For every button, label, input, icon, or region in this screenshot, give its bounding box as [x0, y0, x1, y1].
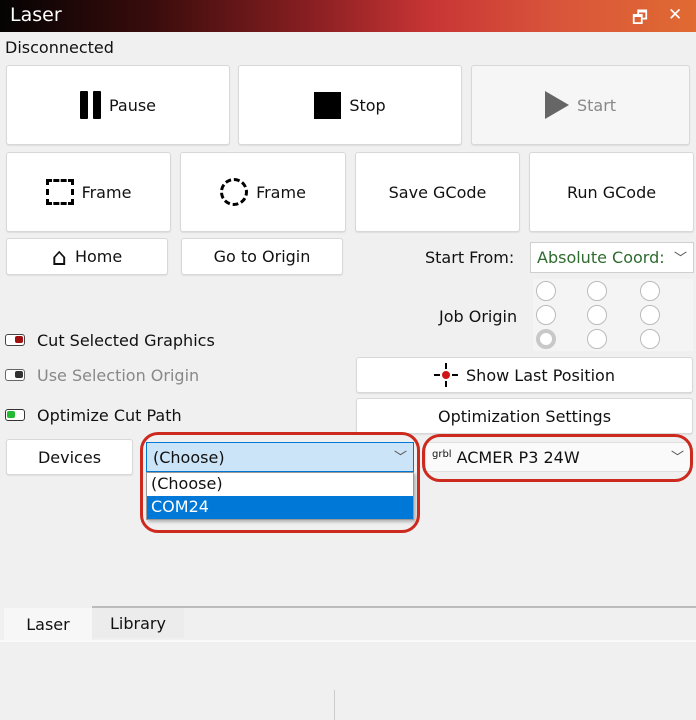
close-icon[interactable]: ✕	[668, 5, 682, 25]
use-selection-origin-toggle[interactable]	[5, 369, 25, 381]
pause-icon	[79, 91, 101, 119]
stop-button[interactable]: Stop	[238, 65, 462, 145]
job-origin-label: Job Origin	[439, 307, 518, 326]
run-gcode-button[interactable]: Run GCode	[529, 152, 694, 232]
origin-top-center[interactable]	[587, 281, 607, 301]
frame-rect-label: Frame	[81, 182, 132, 202]
origin-top-right[interactable]	[640, 281, 660, 301]
tab-content-divider	[0, 640, 696, 642]
use-selection-origin-label: Use Selection Origin	[37, 366, 200, 385]
home-button[interactable]: ⌂ Home	[6, 238, 168, 275]
home-icon: ⌂	[51, 242, 67, 271]
pause-button[interactable]: Pause	[6, 65, 230, 145]
start-from-select[interactable]: Absolute Coord: ﹀	[530, 242, 694, 273]
origin-bottom-center[interactable]	[587, 329, 607, 349]
start-from-value: Absolute Coord:	[537, 248, 665, 267]
play-icon	[544, 91, 569, 119]
restore-icon[interactable]: 🗗	[632, 5, 648, 34]
optimize-cut-path-toggle[interactable]	[5, 409, 25, 421]
annotation-circle-device	[422, 434, 693, 482]
annotation-circle-port	[140, 432, 420, 533]
go-to-origin-button[interactable]: Go to Origin	[181, 238, 343, 275]
optimize-cut-path-label: Optimize Cut Path	[37, 406, 182, 425]
origin-bottom-left[interactable]	[536, 329, 556, 349]
home-label: Home	[74, 247, 123, 266]
frame-circle-label: Frame	[256, 182, 306, 202]
origin-center[interactable]	[587, 305, 607, 325]
show-last-position-label: Show Last Position	[466, 365, 615, 385]
start-label: Start	[576, 95, 617, 115]
start-from-label: Start From:	[425, 248, 515, 267]
window-title: Laser	[10, 4, 62, 26]
panel-splitter[interactable]	[334, 690, 335, 720]
cut-selected-label: Cut Selected Graphics	[37, 331, 215, 350]
tab-laser[interactable]: Laser	[4, 608, 92, 640]
origin-bottom-right[interactable]	[640, 329, 660, 349]
job-origin-grid	[533, 279, 693, 351]
connection-status: Disconnected	[5, 38, 114, 57]
frame-rectangle-icon	[45, 179, 74, 205]
pause-label: Pause	[108, 95, 157, 115]
frame-circle-icon	[220, 178, 249, 206]
frame-circle-button[interactable]: Frame	[180, 152, 346, 232]
origin-middle-left[interactable]	[536, 305, 556, 325]
origin-middle-right[interactable]	[640, 305, 660, 325]
stop-label: Stop	[349, 95, 386, 115]
origin-top-left[interactable]	[536, 281, 556, 301]
tab-library[interactable]: Library	[92, 608, 184, 638]
crosshair-icon	[434, 363, 459, 387]
save-gcode-button[interactable]: Save GCode	[355, 152, 520, 232]
devices-button[interactable]: Devices	[6, 439, 133, 475]
stop-icon	[314, 91, 342, 119]
title-bar: Laser 🗗 ✕	[0, 0, 696, 32]
chevron-down-icon: ﹀	[673, 251, 687, 267]
start-button[interactable]: Start	[471, 65, 690, 145]
cut-selected-toggle[interactable]	[5, 334, 25, 346]
optimization-settings-button[interactable]: Optimization Settings	[356, 398, 693, 434]
show-last-position-button[interactable]: Show Last Position	[356, 357, 693, 393]
frame-rect-button[interactable]: Frame	[6, 152, 171, 232]
